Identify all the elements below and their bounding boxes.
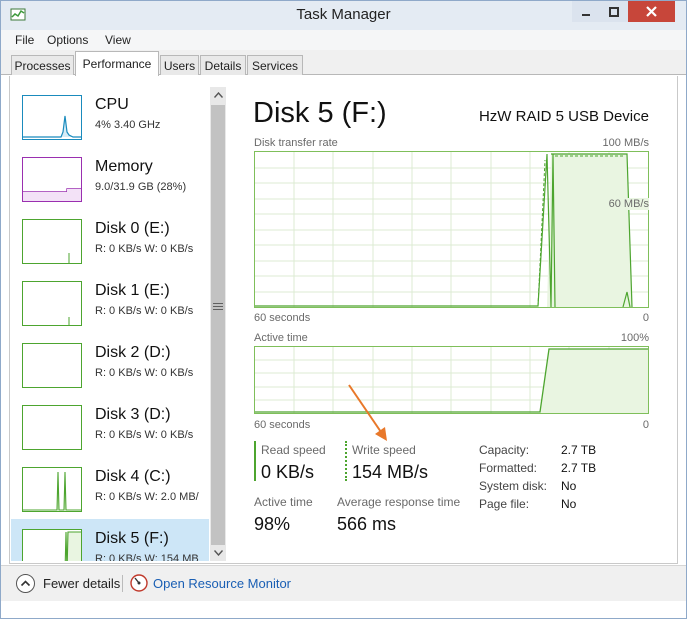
active-time-label: Active time bbox=[254, 495, 313, 509]
avg-response-value: 566 ms bbox=[337, 514, 397, 534]
transfer-graph-x-left: 60 seconds bbox=[254, 312, 311, 324]
title-bar[interactable]: Task Manager bbox=[1, 1, 686, 30]
page-file-value: No bbox=[561, 497, 577, 511]
tab-details[interactable]: Details bbox=[200, 55, 246, 75]
annotation-arrow-icon bbox=[348, 384, 387, 441]
menu-bar: File Options View bbox=[1, 30, 686, 50]
minimize-button[interactable] bbox=[572, 1, 600, 22]
active-graph-max-label: 100% bbox=[620, 332, 649, 344]
tab-bar: Processes Performance Users Details Serv… bbox=[1, 50, 686, 76]
memory-thumbnail-graph bbox=[22, 157, 82, 202]
footer-separator bbox=[122, 575, 123, 592]
write-speed-indicator bbox=[345, 441, 347, 481]
tab-processes[interactable]: Processes bbox=[11, 55, 74, 75]
active-time-graph bbox=[254, 346, 649, 414]
active-time-value: 98% bbox=[254, 514, 291, 534]
disk-4-thumbnail-graph bbox=[22, 467, 82, 512]
disk-properties: Capacity: 2.7 TB Formatted: 2.7 TB Syste… bbox=[479, 443, 659, 523]
write-speed-value: 154 MB/s bbox=[352, 462, 429, 482]
resource-list: CPU 4% 3.40 GHz Memory 9.0/31.9 GB (28%)… bbox=[11, 85, 209, 561]
scroll-up-button[interactable] bbox=[210, 87, 226, 103]
sidebar-item-name: Disk 5 (F:) bbox=[95, 530, 169, 547]
sidebar-item-name: CPU bbox=[95, 96, 129, 113]
sidebar-item-disk-3[interactable]: Disk 3 (D:) R: 0 KB/s W: 0 KB/s bbox=[11, 395, 209, 457]
disk-0-thumbnail-graph bbox=[22, 219, 82, 264]
read-speed-value: 0 KB/s bbox=[261, 462, 315, 482]
fewer-details-button[interactable] bbox=[16, 574, 35, 593]
minimize-icon bbox=[582, 13, 590, 16]
sidebar-item-disk-4[interactable]: Disk 4 (C:) R: 0 KB/s W: 2.0 MB/ bbox=[11, 457, 209, 519]
tab-services[interactable]: Services bbox=[247, 55, 303, 75]
disk-1-thumbnail-graph bbox=[22, 281, 82, 326]
menu-options[interactable]: Options bbox=[47, 33, 88, 47]
sidebar-item-sub: R: 0 KB/s W: 0 KB/s bbox=[95, 429, 194, 441]
fewer-details-label[interactable]: Fewer details bbox=[43, 576, 120, 591]
footer-bar: Fewer details Open Resource Monitor bbox=[1, 565, 686, 601]
sidebar-item-name: Disk 3 (D:) bbox=[95, 406, 171, 423]
capacity-key: Capacity: bbox=[479, 443, 530, 457]
sidebar-item-name: Memory bbox=[95, 158, 153, 175]
chevron-up-icon bbox=[20, 580, 31, 587]
chevron-up-icon bbox=[213, 92, 223, 98]
sidebar-item-name: Disk 2 (D:) bbox=[95, 344, 171, 361]
sidebar-item-sub: R: 0 KB/s W: 0 KB/s bbox=[95, 367, 194, 379]
task-manager-window: Task Manager File Options View Processes… bbox=[0, 0, 687, 619]
transfer-graph-mid-label: 60 MB/s bbox=[608, 198, 649, 210]
page-file-key: Page file: bbox=[479, 497, 530, 511]
sidebar-item-disk-5[interactable]: Disk 5 (F:) R: 0 KB/s W: 154 MB bbox=[11, 519, 209, 561]
sidebar-scrollbar[interactable] bbox=[210, 87, 226, 561]
sidebar-item-sub: R: 0 KB/s W: 0 KB/s bbox=[95, 243, 194, 255]
sidebar-item-sub: R: 0 KB/s W: 0 KB/s bbox=[95, 305, 194, 317]
read-speed-label: Read speed bbox=[261, 443, 326, 457]
sidebar-item-cpu[interactable]: CPU 4% 3.40 GHz bbox=[11, 85, 209, 147]
transfer-graph-max-label: 100 MB/s bbox=[602, 137, 649, 149]
active-graph-x-right: 0 bbox=[642, 419, 649, 431]
sidebar-item-disk-1[interactable]: Disk 1 (E:) R: 0 KB/s W: 0 KB/s bbox=[11, 271, 209, 333]
menu-view[interactable]: View bbox=[105, 33, 131, 47]
active-graph-label: Active time bbox=[254, 332, 308, 344]
transfer-rate-graph bbox=[254, 151, 649, 308]
system-disk-value: No bbox=[561, 479, 577, 493]
disk-3-thumbnail-graph bbox=[22, 405, 82, 450]
disk-title: Disk 5 (F:) bbox=[253, 97, 387, 129]
sidebar-item-sub: 4% 3.40 GHz bbox=[95, 119, 161, 131]
sidebar-item-name: Disk 4 (C:) bbox=[95, 468, 171, 485]
chevron-down-icon bbox=[213, 550, 223, 556]
cpu-thumbnail-graph bbox=[22, 95, 82, 140]
formatted-value: 2.7 TB bbox=[561, 461, 597, 475]
active-graph-x-left: 60 seconds bbox=[254, 419, 311, 431]
sidebar-item-name: Disk 1 (E:) bbox=[95, 282, 170, 299]
menu-file[interactable]: File bbox=[15, 33, 34, 47]
maximize-icon bbox=[609, 6, 619, 17]
read-speed-indicator bbox=[254, 441, 256, 481]
transfer-graph-x-right: 0 bbox=[642, 312, 649, 324]
capacity-value: 2.7 TB bbox=[561, 443, 597, 457]
sidebar-item-memory[interactable]: Memory 9.0/31.9 GB (28%) bbox=[11, 147, 209, 209]
grip-icon bbox=[213, 303, 223, 310]
sidebar-item-sub: R: 0 KB/s W: 154 MB bbox=[95, 553, 199, 561]
tab-users[interactable]: Users bbox=[160, 55, 199, 75]
sidebar-item-sub: R: 0 KB/s W: 2.0 MB/ bbox=[95, 491, 199, 503]
disk-2-thumbnail-graph bbox=[22, 343, 82, 388]
open-resource-monitor-link[interactable]: Open Resource Monitor bbox=[153, 576, 291, 591]
close-button[interactable] bbox=[628, 1, 675, 22]
disk-detail-panel: Disk 5 (F:) HzW RAID 5 USB Device Disk t… bbox=[229, 85, 677, 561]
transfer-graph-label: Disk transfer rate bbox=[254, 137, 338, 149]
scroll-down-button[interactable] bbox=[210, 545, 226, 561]
system-disk-key: System disk: bbox=[479, 479, 548, 493]
sidebar-item-sub: 9.0/31.9 GB (28%) bbox=[95, 181, 187, 193]
sidebar-item-disk-0[interactable]: Disk 0 (E:) R: 0 KB/s W: 0 KB/s bbox=[11, 209, 209, 271]
resource-monitor-icon bbox=[130, 574, 148, 592]
sidebar-item-name: Disk 0 (E:) bbox=[95, 220, 170, 237]
sidebar-item-disk-2[interactable]: Disk 2 (D:) R: 0 KB/s W: 0 KB/s bbox=[11, 333, 209, 395]
avg-response-label: Average response time bbox=[337, 495, 461, 509]
maximize-button[interactable] bbox=[600, 1, 628, 22]
close-icon bbox=[646, 6, 657, 17]
tab-performance[interactable]: Performance bbox=[75, 51, 159, 76]
formatted-key: Formatted: bbox=[479, 461, 538, 475]
device-name: HzW RAID 5 USB Device bbox=[478, 108, 649, 125]
disk-5-thumbnail-graph bbox=[22, 529, 82, 561]
scroll-thumb[interactable] bbox=[211, 105, 225, 545]
